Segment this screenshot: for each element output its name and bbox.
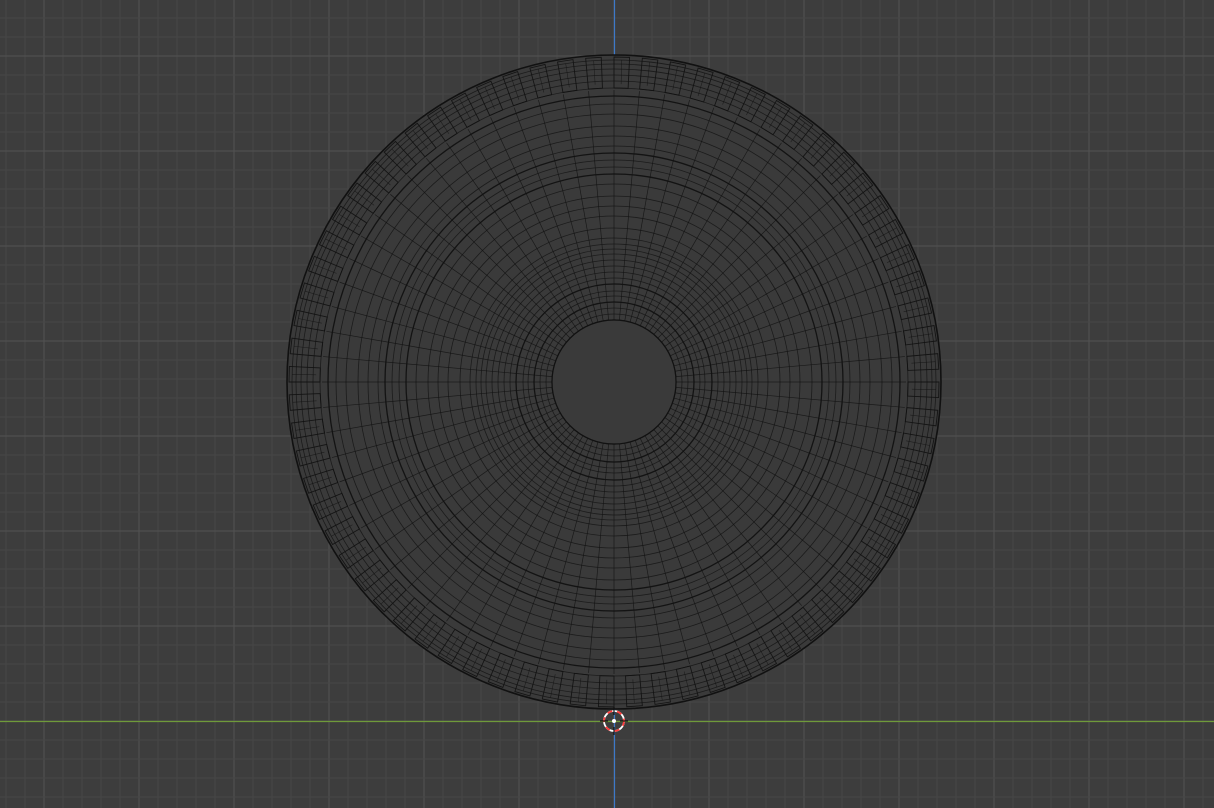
3d-viewport[interactable] [0, 0, 1214, 808]
hub-cap [551, 319, 677, 445]
tire-mesh[interactable] [286, 54, 942, 710]
viewport-canvas[interactable] [0, 0, 1214, 808]
